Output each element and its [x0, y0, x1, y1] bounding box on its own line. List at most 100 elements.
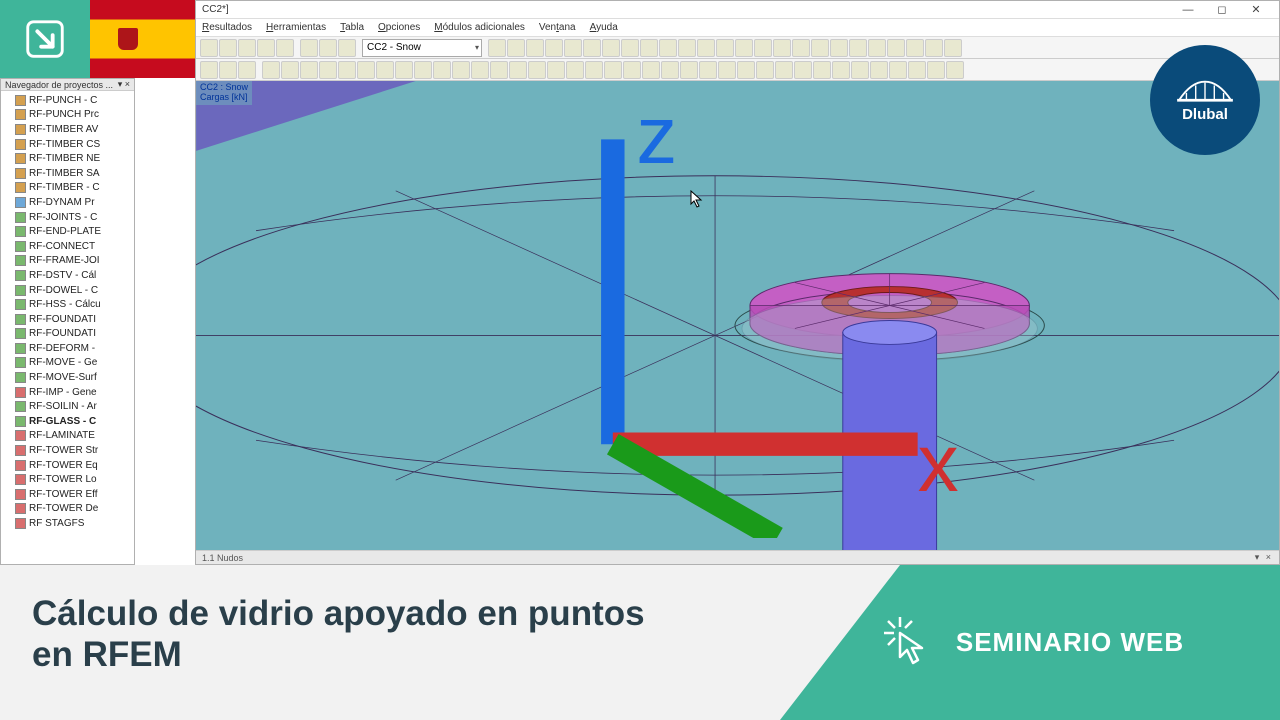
tree-item[interactable]: RF-PUNCH Prc: [15, 108, 134, 123]
toolbar-button[interactable]: [906, 39, 924, 57]
toolbar-button[interactable]: [661, 61, 679, 79]
toolbar-button[interactable]: [509, 61, 527, 79]
toolbar-row-2[interactable]: [196, 59, 1279, 81]
toolbar-button[interactable]: [944, 39, 962, 57]
tree-item[interactable]: RF-FOUNDATI: [15, 327, 134, 342]
tree-item[interactable]: RF-DYNAM Pr: [15, 195, 134, 210]
menu-herramientas[interactable]: Herramientas: [266, 22, 326, 33]
toolbar-button[interactable]: [621, 39, 639, 57]
toolbar-button[interactable]: [547, 61, 565, 79]
toolbar-button[interactable]: [219, 39, 237, 57]
toolbar-button[interactable]: [699, 61, 717, 79]
tree-item[interactable]: RF-SOILIN - Ar: [15, 399, 134, 414]
toolbar-button[interactable]: [889, 61, 907, 79]
toolbar-button[interactable]: [338, 61, 356, 79]
toolbar-button[interactable]: [490, 61, 508, 79]
toolbar-button[interactable]: [735, 39, 753, 57]
tree-item[interactable]: RF-END-PLATE: [15, 224, 134, 239]
tree-item[interactable]: RF-TIMBER CS: [15, 137, 134, 152]
tree-item[interactable]: RF-GLASS - C: [15, 414, 134, 429]
data-table-tab[interactable]: 1.1 Nudos ▾ ×: [196, 550, 1279, 564]
tree-item[interactable]: RF-TOWER Eff: [15, 487, 134, 502]
toolbar-button[interactable]: [832, 61, 850, 79]
toolbar-button[interactable]: [319, 39, 337, 57]
toolbar-button[interactable]: [927, 61, 945, 79]
toolbar-button[interactable]: [680, 61, 698, 79]
toolbar-button[interactable]: [257, 39, 275, 57]
tree-item[interactable]: RF-TOWER Lo: [15, 472, 134, 487]
menu-ventana[interactable]: Ventana: [539, 22, 576, 33]
toolbar-button[interactable]: [414, 61, 432, 79]
toolbar-button[interactable]: [300, 61, 318, 79]
tree-item[interactable]: RF-TIMBER - C: [15, 181, 134, 196]
tree-item[interactable]: RF-MOVE-Surf: [15, 370, 134, 385]
tab-pin-icon[interactable]: ▾ ×: [1255, 552, 1273, 563]
toolbar-button[interactable]: [868, 39, 886, 57]
toolbar-button[interactable]: [338, 39, 356, 57]
toolbar-button[interactable]: [262, 61, 280, 79]
navigator-pin-close[interactable]: ▾ ×: [118, 79, 130, 90]
toolbar-button[interactable]: [754, 39, 772, 57]
toolbar-button[interactable]: [545, 39, 563, 57]
toolbar-button[interactable]: [946, 61, 964, 79]
toolbar-button[interactable]: [219, 61, 237, 79]
tree-item[interactable]: RF-DOWEL - C: [15, 283, 134, 298]
toolbar-button[interactable]: [792, 39, 810, 57]
toolbar-button[interactable]: [908, 61, 926, 79]
toolbar-button[interactable]: [773, 39, 791, 57]
toolbar-button[interactable]: [756, 61, 774, 79]
navigator-tree[interactable]: RF-PUNCH - CRF-PUNCH PrcRF-TIMBER AVRF-T…: [1, 91, 134, 533]
toolbar-button[interactable]: [238, 61, 256, 79]
toolbar-button[interactable]: [528, 61, 546, 79]
toolbar-button[interactable]: [678, 39, 696, 57]
menu-opciones[interactable]: Opciones: [378, 22, 420, 33]
toolbar-button[interactable]: [200, 61, 218, 79]
tree-item[interactable]: RF-CONNECT: [15, 239, 134, 254]
toolbar-button[interactable]: [452, 61, 470, 79]
menu-resultados[interactable]: Resultados: [202, 22, 252, 33]
tree-item[interactable]: RF-TOWER Str: [15, 443, 134, 458]
toolbar-button[interactable]: [319, 61, 337, 79]
tree-item[interactable]: RF-TOWER Eq: [15, 458, 134, 473]
toolbar-button[interactable]: [718, 61, 736, 79]
toolbar-button[interactable]: [526, 39, 544, 57]
toolbar-button[interactable]: [585, 61, 603, 79]
toolbar-button[interactable]: [376, 61, 394, 79]
menu-tabla[interactable]: Tabla: [340, 22, 364, 33]
toolbar-button[interactable]: [794, 61, 812, 79]
toolbar-button[interactable]: [811, 39, 829, 57]
loadcase-combo[interactable]: CC2 - Snow: [362, 39, 482, 57]
toolbar-button[interactable]: [200, 39, 218, 57]
toolbar-row-1[interactable]: CC2 - Snow: [196, 37, 1279, 59]
toolbar-button[interactable]: [623, 61, 641, 79]
toolbar-button[interactable]: [395, 61, 413, 79]
toolbar-button[interactable]: [507, 39, 525, 57]
tree-item[interactable]: RF-FOUNDATI: [15, 312, 134, 327]
tree-item[interactable]: RF-JOINTS - C: [15, 210, 134, 225]
toolbar-button[interactable]: [849, 39, 867, 57]
toolbar-button[interactable]: [281, 61, 299, 79]
toolbar-button[interactable]: [640, 39, 658, 57]
tree-item[interactable]: RF-TIMBER AV: [15, 122, 134, 137]
tree-item[interactable]: RF-DEFORM -: [15, 341, 134, 356]
toolbar-button[interactable]: [602, 39, 620, 57]
tree-item[interactable]: RF-PUNCH - C: [15, 93, 134, 108]
maximize-button[interactable]: ◻: [1205, 1, 1239, 19]
tree-item[interactable]: RF-TIMBER NE: [15, 151, 134, 166]
tree-item[interactable]: RF-MOVE - Ge: [15, 356, 134, 371]
tree-item[interactable]: RF-IMP - Gene: [15, 385, 134, 400]
toolbar-button[interactable]: [737, 61, 755, 79]
tree-item[interactable]: RF STAGFS: [15, 516, 134, 531]
tree-item[interactable]: RF-LAMINATE: [15, 429, 134, 444]
toolbar-button[interactable]: [564, 39, 582, 57]
toolbar-button[interactable]: [357, 61, 375, 79]
menu-bar[interactable]: Resultados Herramientas Tabla Opciones M…: [196, 19, 1279, 37]
toolbar-button[interactable]: [238, 39, 256, 57]
toolbar-button[interactable]: [851, 61, 869, 79]
tree-item[interactable]: RF-HSS - Cálcu: [15, 297, 134, 312]
toolbar-button[interactable]: [887, 39, 905, 57]
toolbar-button[interactable]: [604, 61, 622, 79]
toolbar-button[interactable]: [300, 39, 318, 57]
toolbar-button[interactable]: [433, 61, 451, 79]
model-viewport[interactable]: CC2 : Snow Cargas [kN]: [196, 81, 1279, 550]
